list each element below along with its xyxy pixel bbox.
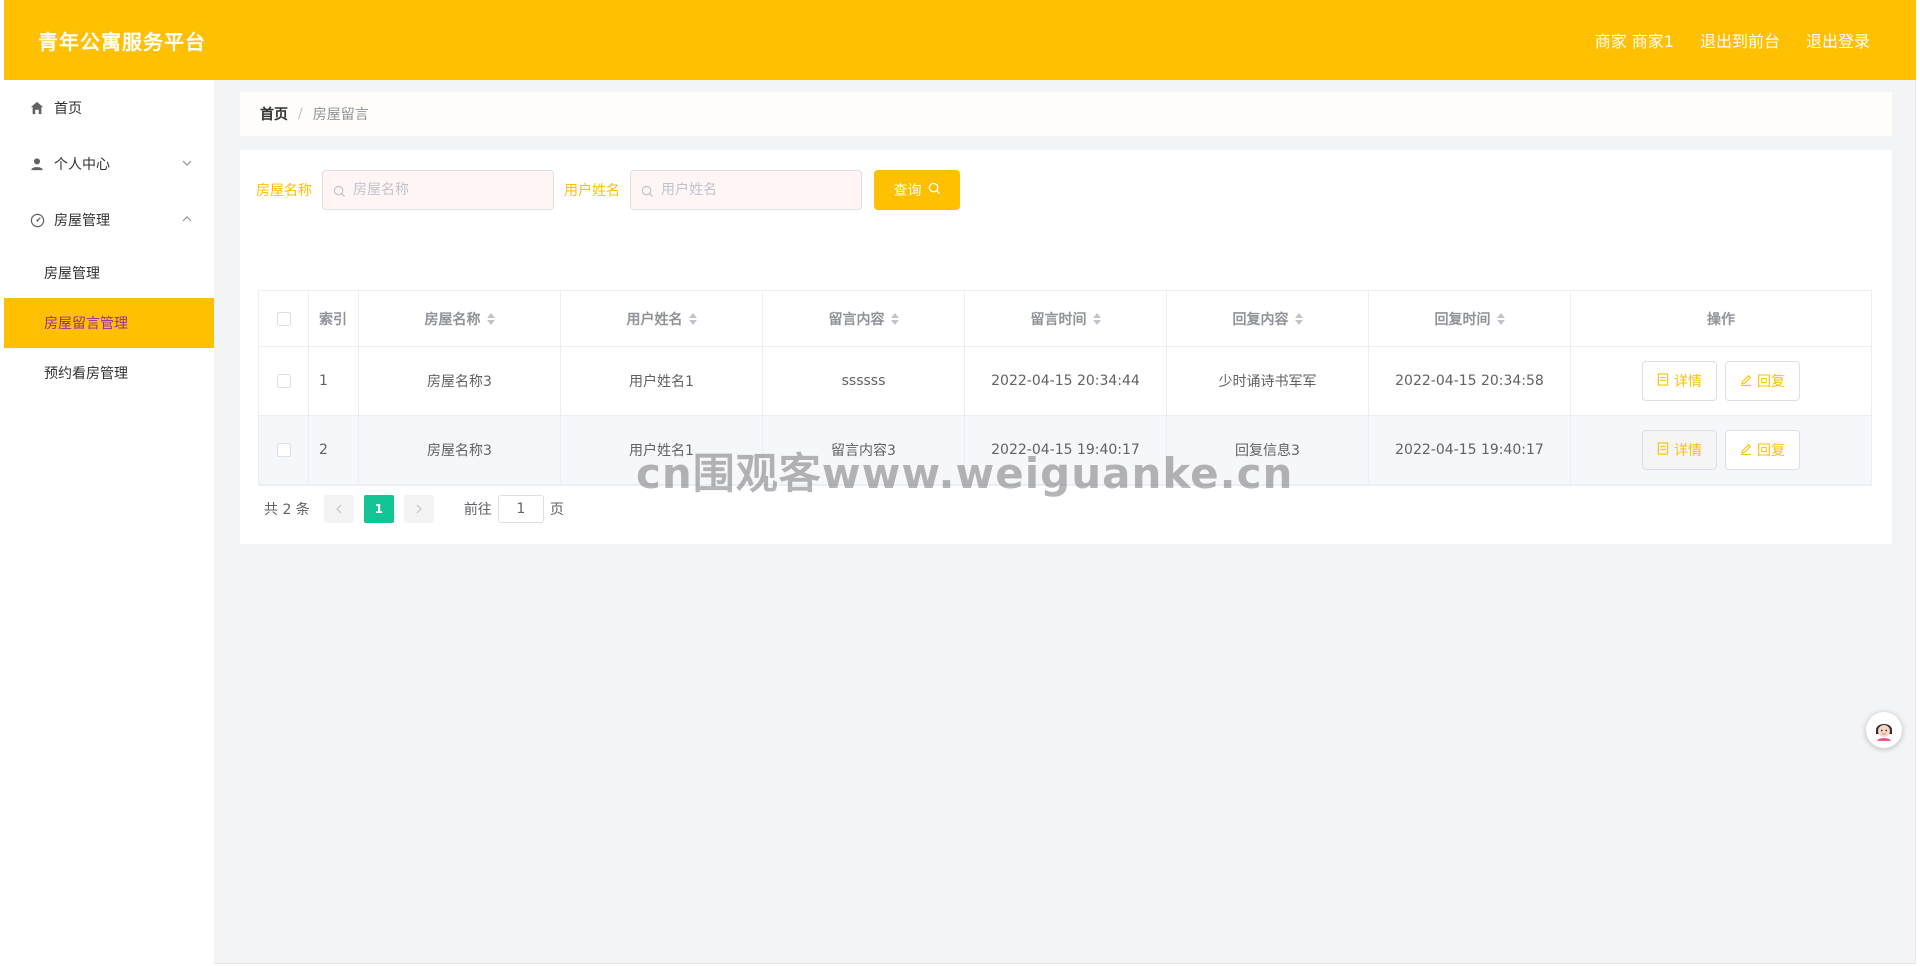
cell-user-name: 用户姓名1 <box>561 347 763 415</box>
chevron-up-icon <box>182 213 192 227</box>
cell-index: 1 <box>309 347 359 415</box>
header-message[interactable]: 留言内容 <box>763 291 965 346</box>
user-name-field[interactable] <box>630 170 862 210</box>
sidebar-item-label: 个人中心 <box>54 157 110 173</box>
chevron-down-icon <box>182 157 192 171</box>
sort-icon[interactable] <box>1294 312 1303 325</box>
user-name-label: 用户姓名 <box>564 183 620 199</box>
sidebar-item-house-manage[interactable]: 房屋管理 <box>4 192 214 248</box>
sort-icon[interactable] <box>1092 312 1101 325</box>
cell-message: ssssss <box>763 347 965 415</box>
prev-page-button[interactable] <box>323 495 354 523</box>
current-user: 商家 商家1 <box>1594 32 1674 51</box>
logout-link[interactable]: 退出登录 <box>1806 28 1870 52</box>
exit-to-front-link[interactable]: 退出到前台 <box>1700 28 1780 52</box>
query-button-label: 查询 <box>893 182 922 198</box>
support-avatar[interactable] <box>1866 712 1902 748</box>
sidebar-item-home[interactable]: 首页 <box>4 80 214 136</box>
sort-icon[interactable] <box>486 312 495 325</box>
top-links: 商家 商家1 退出到前台 退出登录 <box>1595 28 1870 52</box>
header-index: 索引 <box>309 291 359 346</box>
gauge-icon <box>28 211 46 229</box>
pagination: 共 2 条 1 前往 页 <box>264 495 564 523</box>
reply-button[interactable]: 回复 <box>1725 430 1800 470</box>
sort-icon[interactable] <box>1496 312 1505 325</box>
edit-icon <box>1740 442 1752 458</box>
page-suffix: 页 <box>549 502 564 518</box>
cell-message-time: 2022-04-15 19:40:17 <box>965 416 1167 484</box>
search-icon <box>928 182 941 198</box>
sidebar-item-label: 首页 <box>54 101 82 117</box>
sidebar-item-profile[interactable]: 个人中心 <box>4 136 214 192</box>
brand-title: 青年公寓服务平台 <box>38 29 206 54</box>
header-user-name[interactable]: 用户姓名 <box>561 291 763 346</box>
cell-index: 2 <box>309 416 359 484</box>
detail-button[interactable]: 详情 <box>1642 361 1717 401</box>
search-icon <box>333 183 347 198</box>
header-reply-time[interactable]: 回复时间 <box>1369 291 1571 346</box>
cell-reply: 回复信息3 <box>1167 416 1369 484</box>
sort-icon[interactable] <box>688 312 697 325</box>
chevron-left-icon <box>335 504 342 514</box>
cell-message: 留言内容3 <box>763 416 965 484</box>
row-checkbox[interactable] <box>276 443 291 457</box>
sidebar-subitem-house-message[interactable]: 房屋留言管理 <box>4 298 214 348</box>
filter-row: 房屋名称 用户姓名 查询 <box>256 170 960 210</box>
breadcrumb-separator: / <box>298 106 303 122</box>
table-row: 2 房屋名称3 用户姓名1 留言内容3 2022-04-15 19:40:17 … <box>259 416 1871 485</box>
goto-label: 前往 <box>463 502 492 518</box>
sidebar-subitem-appointment[interactable]: 预约看房管理 <box>4 348 214 398</box>
sidebar-subitem-house[interactable]: 房屋管理 <box>4 248 214 298</box>
goto-page-input[interactable] <box>497 495 544 523</box>
cell-reply-time: 2022-04-15 20:34:58 <box>1369 347 1571 415</box>
header-reply[interactable]: 回复内容 <box>1167 291 1369 346</box>
reply-button[interactable]: 回复 <box>1725 361 1800 401</box>
select-all-checkbox[interactable] <box>276 311 291 326</box>
breadcrumb: 首页 / 房屋留言 <box>240 92 1892 136</box>
user-icon <box>28 155 46 173</box>
cell-house-name: 房屋名称3 <box>359 416 561 484</box>
pagination-total: 共 2 条 <box>264 502 310 518</box>
header-house-name[interactable]: 房屋名称 <box>359 291 561 346</box>
header-message-time[interactable]: 留言时间 <box>965 291 1167 346</box>
avatar-icon <box>1872 718 1896 742</box>
cell-message-time: 2022-04-15 20:34:44 <box>965 347 1167 415</box>
sidebar-item-label: 房屋管理 <box>54 213 110 229</box>
next-page-button[interactable] <box>403 495 434 523</box>
row-checkbox[interactable] <box>276 374 291 388</box>
sort-icon[interactable] <box>890 312 899 325</box>
message-table: 索引 房屋名称 用户姓名 留言内容 留言时间 回复内容 回复时间 操作 1 房屋… <box>258 290 1872 486</box>
table-row: 1 房屋名称3 用户姓名1 ssssss 2022-04-15 20:34:44… <box>259 347 1871 416</box>
sidebar: 首页 个人中心 房屋管理 房屋管理 房屋留言管理 预约看房管理 <box>4 80 214 964</box>
search-icon <box>641 183 655 198</box>
cell-house-name: 房屋名称3 <box>359 347 561 415</box>
query-button[interactable]: 查询 <box>874 170 960 210</box>
house-name-label: 房屋名称 <box>256 183 312 199</box>
home-icon <box>28 99 46 117</box>
table-header: 索引 房屋名称 用户姓名 留言内容 留言时间 回复内容 回复时间 操作 <box>259 291 1871 347</box>
detail-button[interactable]: 详情 <box>1642 430 1717 470</box>
cell-user-name: 用户姓名1 <box>561 416 763 484</box>
top-header: 青年公寓服务平台 商家 商家1 退出到前台 退出登录 <box>4 0 1916 80</box>
chevron-right-icon <box>416 504 422 514</box>
house-name-field[interactable] <box>322 170 554 210</box>
user-name-input[interactable] <box>661 182 851 198</box>
document-icon <box>1657 373 1669 389</box>
cell-reply: 少时诵诗书军军 <box>1167 347 1369 415</box>
page-number-button[interactable]: 1 <box>363 495 394 523</box>
breadcrumb-home[interactable]: 首页 <box>260 104 288 124</box>
edit-icon <box>1740 373 1752 389</box>
breadcrumb-current: 房屋留言 <box>312 107 369 123</box>
house-name-input[interactable] <box>353 182 543 198</box>
header-actions: 操作 <box>1707 311 1735 328</box>
document-icon <box>1657 442 1669 458</box>
cell-reply-time: 2022-04-15 19:40:17 <box>1369 416 1571 484</box>
content-panel: 房屋名称 用户姓名 查询 索引 房屋名称 用户姓名 留言内容 <box>240 150 1892 544</box>
